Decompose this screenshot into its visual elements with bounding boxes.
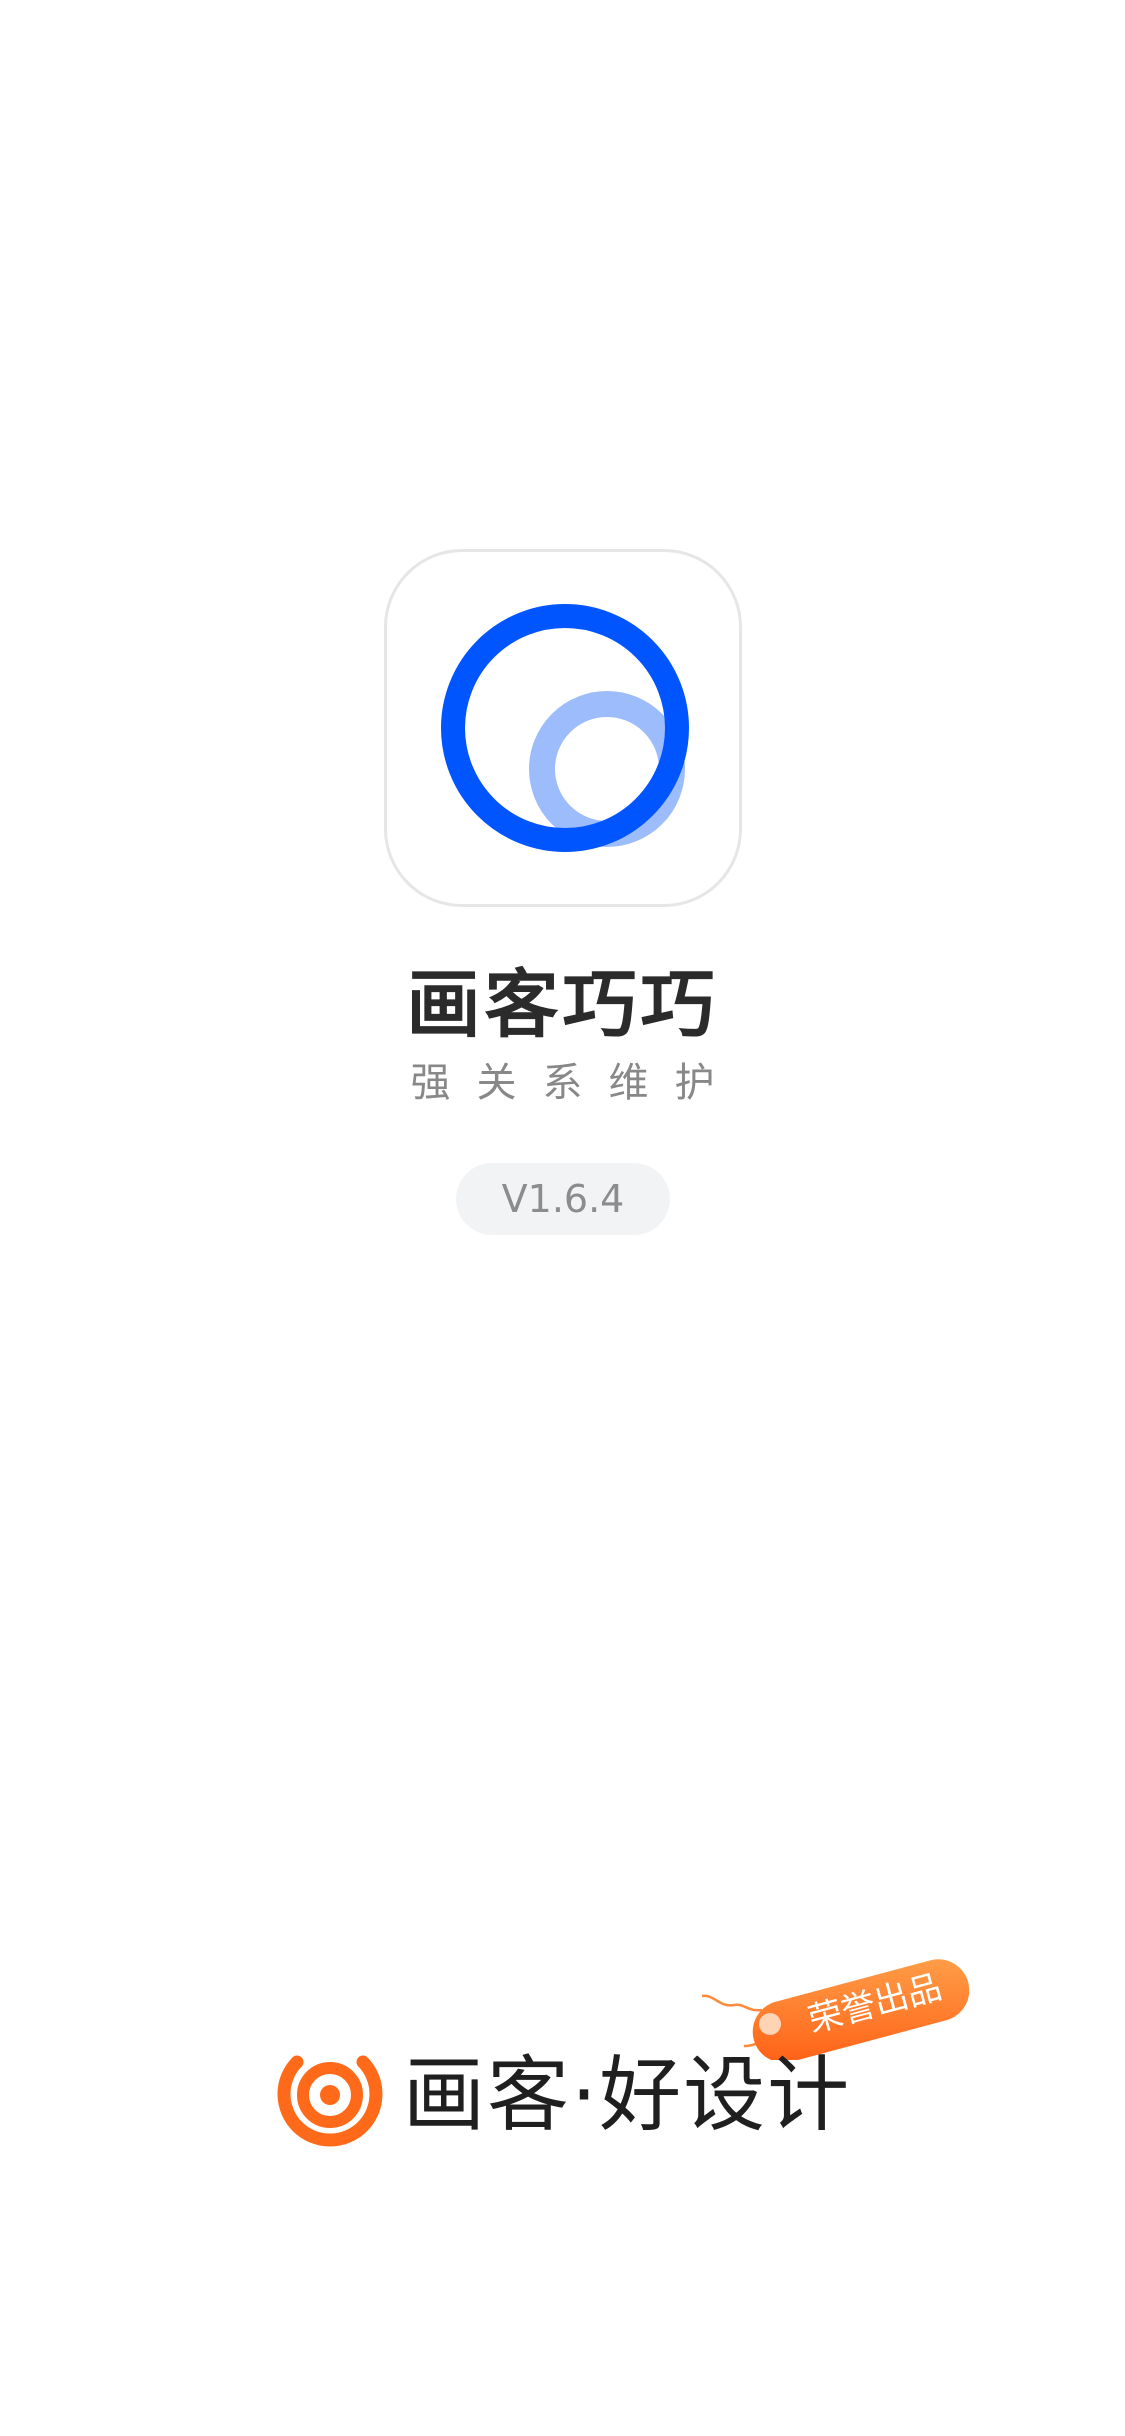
app-name: 画客巧巧 (406, 962, 719, 1048)
version-badge: V1.6.4 (456, 1163, 670, 1235)
target-eye-logo-icon (277, 2055, 383, 2147)
splash-screen: 画客巧巧 强关系维护 V1.6.4 荣誉出品 画客·好设计 (0, 0, 1125, 2436)
brand-name: 画客·好设计 (403, 2048, 852, 2143)
app-icon (384, 549, 742, 907)
tag-string (701, 1994, 763, 2012)
tag-hole (759, 2013, 781, 2035)
double-ring-logo-icon (441, 604, 689, 852)
center-dot (320, 2085, 340, 2105)
app-tagline: 强关系维护 (410, 1060, 741, 1106)
brand-footer: 画客·好设计 (275, 2040, 875, 2150)
